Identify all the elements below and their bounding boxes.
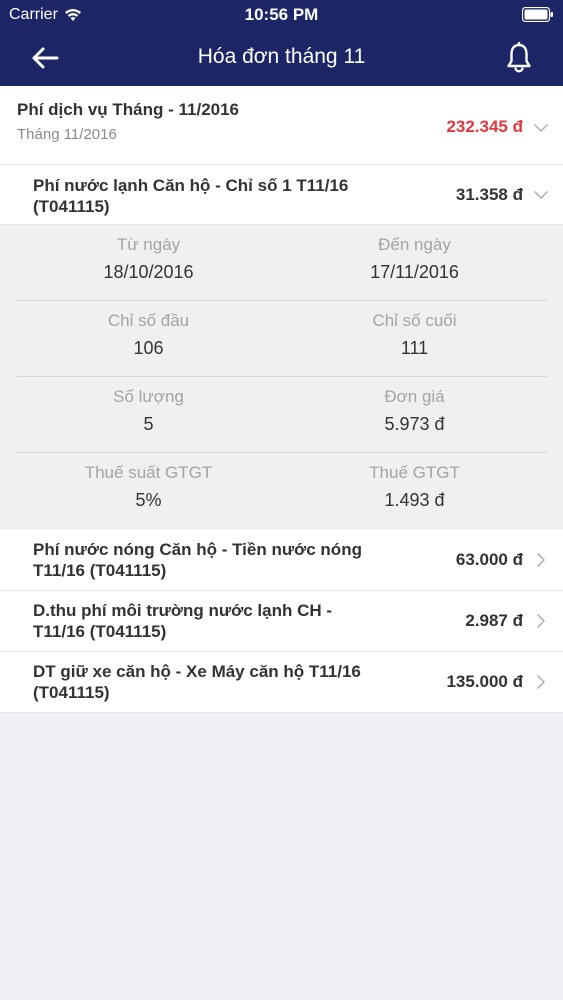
detail-label: Đến ngày <box>378 235 451 254</box>
battery-icon <box>522 7 553 22</box>
detail-value: 5 <box>143 414 154 434</box>
detail-value: 111 <box>400 338 429 358</box>
detail-value: 1.493 đ <box>384 490 445 510</box>
fee-item-expanded[interactable]: Phí nước lạnh Căn hộ - Chỉ số 1 T11/16 (… <box>0 165 563 225</box>
detail-cell: Thuế suất GTGT 5% <box>8 453 289 511</box>
detail-label: Chỉ số cuối <box>372 311 457 330</box>
chevron-down-icon <box>534 191 548 199</box>
detail-label: Từ ngày <box>116 235 181 254</box>
fee-item-name: D.thu phí môi trường nước lạnh CH - T11/… <box>33 601 333 641</box>
detail-row: Số lượng 5 Đơn giá 5.973 đ <box>0 377 563 453</box>
chevron-right-icon <box>537 553 545 567</box>
detail-value: 18/10/2016 <box>103 262 194 282</box>
detail-cell: Thuế GTGT 1.493 đ <box>274 453 555 511</box>
detail-label: Chỉ số đầu <box>107 311 190 330</box>
navigation-bar: Hóa đơn tháng 11 <box>0 30 563 86</box>
fee-item-amount: 31.358 đ <box>455 185 523 204</box>
fee-item[interactable]: DT giữ xe căn hộ - Xe Máy căn hộ T11/16 … <box>0 652 563 713</box>
fee-item[interactable]: D.thu phí môi trường nước lạnh CH - T11/… <box>0 591 563 652</box>
fee-item-amount: 2.987 đ <box>465 611 523 630</box>
detail-value: 5.973 đ <box>384 414 445 434</box>
detail-row: Chỉ số đầu 106 Chỉ số cuối 111 <box>0 301 563 377</box>
detail-value: 106 <box>133 338 164 358</box>
detail-cell: Đơn giá 5.973 đ <box>274 377 555 435</box>
fee-item-name: Phí nước nóng Căn hộ - Tiền nước nóng T1… <box>33 540 362 580</box>
detail-label: Số lượng <box>113 387 184 406</box>
detail-label: Đơn giá <box>384 387 445 406</box>
detail-label: Thuế suất GTGT <box>84 463 213 482</box>
status-time: 10:56 PM <box>244 5 319 24</box>
detail-row: Thuế suất GTGT 5% Thuế GTGT 1.493 đ <box>0 453 563 529</box>
fee-item-amount: 135.000 đ <box>446 672 523 691</box>
detail-cell: Đến ngày 17/11/2016 <box>274 225 555 283</box>
chevron-right-icon <box>537 675 545 689</box>
detail-cell: Chỉ số cuối 111 <box>274 301 555 359</box>
fee-item[interactable]: Phí nước nóng Căn hộ - Tiền nước nóng T1… <box>0 530 563 591</box>
detail-cell: Từ ngày 18/10/2016 <box>8 225 289 283</box>
section-title: Phí dịch vụ Tháng - 11/2016 <box>17 100 240 119</box>
bell-icon[interactable] <box>505 42 533 74</box>
detail-value: 17/11/2016 <box>370 262 459 282</box>
detail-row: Từ ngày 18/10/2016 Đến ngày 17/11/2016 <box>0 225 563 301</box>
service-fee-section-header[interactable]: Phí dịch vụ Tháng - 11/2016 Tháng 11/201… <box>0 86 563 165</box>
chevron-right-icon <box>537 614 545 628</box>
status-bar: Carrier 10:56 PM <box>0 0 563 30</box>
detail-cell: Số lượng 5 <box>8 377 289 435</box>
detail-value: 5% <box>135 490 162 510</box>
app-screen: Carrier 10:56 PM Hóa đơn tháng 11 Phí dị… <box>0 0 563 1000</box>
fee-item-amount: 63.000 đ <box>455 550 523 569</box>
top-bar: Carrier 10:56 PM Hóa đơn tháng 11 <box>0 0 563 86</box>
invoice-content: Phí dịch vụ Tháng - 11/2016 Tháng 11/201… <box>0 86 563 713</box>
fee-item-details: Từ ngày 18/10/2016 Đến ngày 17/11/2016 C… <box>0 225 563 530</box>
section-total-amount: 232.345 đ <box>446 117 523 136</box>
page-title: Hóa đơn tháng 11 <box>197 45 366 68</box>
chevron-down-icon <box>534 124 548 132</box>
fee-item-name: DT giữ xe căn hộ - Xe Máy căn hộ T11/16 … <box>33 662 361 702</box>
detail-label: Thuế GTGT <box>369 463 460 482</box>
section-subtitle: Tháng 11/2016 <box>17 126 117 143</box>
fee-item-name: Phí nước lạnh Căn hộ - Chỉ số 1 T11/16 (… <box>33 176 349 216</box>
detail-cell: Chỉ số đầu 106 <box>8 301 289 359</box>
